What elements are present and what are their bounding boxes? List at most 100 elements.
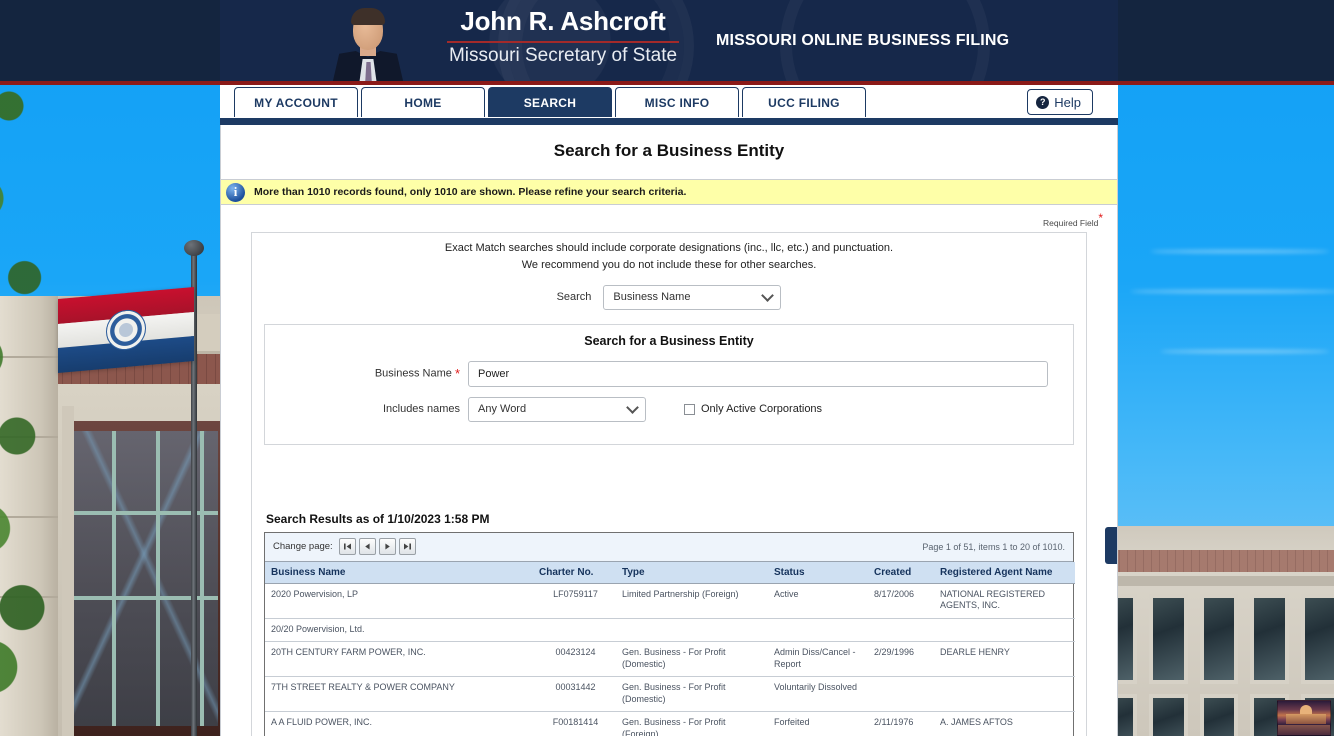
tab-search[interactable]: SEARCH bbox=[488, 87, 612, 117]
official-identity: John R. Ashcroft Missouri Secretary of S… bbox=[413, 6, 713, 67]
includes-names-select[interactable]: Any Word bbox=[468, 396, 646, 422]
column-header-created[interactable]: Created bbox=[868, 561, 934, 584]
includes-names-label: Includes names bbox=[382, 403, 460, 416]
application-title: MISSOURI ONLINE BUSINESS FILING bbox=[716, 32, 1010, 49]
cell-agent-name: DEARLE HENRY bbox=[934, 641, 1075, 678]
business-name-value: Power bbox=[478, 367, 510, 380]
search-button[interactable]: SEARCH bbox=[1105, 527, 1117, 564]
cell-business-name[interactable]: 7TH STREET REALTY & POWER COMPANY bbox=[265, 676, 533, 713]
column-header-business-name[interactable]: Business Name bbox=[265, 561, 533, 584]
first-page-button[interactable] bbox=[338, 538, 356, 556]
business-name-input[interactable]: Power bbox=[468, 360, 1048, 387]
cell-charter-no: LF0759117 bbox=[533, 583, 616, 619]
flag-pole-finial bbox=[184, 240, 204, 256]
alert-message: More than 1010 records found, only 1010 … bbox=[254, 186, 687, 198]
results-heading: Search Results as of 1/10/2023 1:58 PM bbox=[266, 511, 490, 526]
cell-created: 2/11/1976 bbox=[868, 711, 934, 736]
cell-alias-name: 20/20 Powervision, Ltd. bbox=[265, 618, 1075, 643]
includes-names-value: Any Word bbox=[478, 403, 527, 416]
window-row bbox=[1098, 594, 1334, 684]
cell-status: Voluntarily Dissolved bbox=[768, 676, 868, 713]
cell-created bbox=[868, 676, 934, 713]
required-star: * bbox=[454, 366, 460, 382]
table-row[interactable]: 20TH CENTURY FARM POWER, INC. 00423124 G… bbox=[265, 641, 1075, 678]
table-row[interactable]: 2020 Powervision, LP LF0759117 Limited P… bbox=[265, 583, 1075, 619]
question-mark-icon: ? bbox=[1036, 95, 1050, 109]
search-type-value: Business Name bbox=[613, 291, 691, 304]
search-hint-line-1: Exact Match searches should include corp… bbox=[444, 241, 894, 254]
only-active-label: Only Active Corporations bbox=[701, 403, 823, 416]
chevron-down-icon bbox=[626, 401, 639, 415]
cell-charter-no: 00031442 bbox=[533, 676, 616, 713]
cell-agent-name bbox=[934, 676, 1075, 713]
cell-agent-name: NATIONAL REGISTERED AGENTS, INC. bbox=[934, 583, 1075, 619]
table-row-alias: 20/20 Powervision, Ltd. bbox=[265, 618, 1075, 643]
official-name: John R. Ashcroft bbox=[460, 6, 666, 36]
cell-charter-no: 00423124 bbox=[533, 641, 616, 678]
results-grid: Change page: Page 1 of 51, items 1 to 20… bbox=[264, 531, 1075, 736]
cell-status: Admin Diss/Cancel - Report bbox=[768, 641, 868, 678]
brick-band bbox=[1104, 550, 1334, 572]
info-icon: i bbox=[226, 182, 245, 202]
site-header: John R. Ashcroft Missouri Secretary of S… bbox=[0, 0, 1334, 85]
search-type-row: Search Business Name bbox=[252, 284, 1086, 316]
last-page-button[interactable] bbox=[398, 538, 416, 556]
column-header-type[interactable]: Type bbox=[616, 561, 768, 584]
capitol-sunset-thumbnail bbox=[1277, 700, 1331, 736]
business-name-row: Business Name * Power bbox=[265, 360, 1073, 387]
primary-navigation: MY ACCOUNT HOME SEARCH MISC INFO UCC FIL… bbox=[220, 85, 1118, 121]
results-table: Business Name Charter No. Type Status Cr… bbox=[265, 561, 1075, 736]
official-role: Missouri Secretary of State bbox=[448, 45, 678, 66]
grid-toolbar: Change page: Page 1 of 51, items 1 to 20… bbox=[265, 532, 1073, 562]
tab-ucc-filing[interactable]: UCC FILING bbox=[742, 87, 866, 117]
change-page-label: Change page: bbox=[273, 541, 333, 553]
portrait-photo bbox=[332, 0, 404, 85]
cell-type: Gen. Business - For Profit (Foreign) bbox=[616, 711, 768, 736]
search-hint-line-2: We recommend you do not include these fo… bbox=[521, 258, 817, 271]
page-title: Search for a Business Entity bbox=[553, 141, 785, 160]
fieldset-title: Search for a Business Entity bbox=[584, 333, 754, 348]
cell-created: 2/29/1996 bbox=[868, 641, 934, 678]
table-row[interactable]: 7TH STREET REALTY & POWER COMPANY 000314… bbox=[265, 676, 1075, 713]
chevron-down-icon bbox=[761, 289, 775, 303]
cell-created: 8/17/2006 bbox=[868, 583, 934, 619]
cell-business-name[interactable]: A A FLUID POWER, INC. bbox=[265, 711, 533, 736]
page-content: Search for a Business Entity i More than… bbox=[220, 125, 1118, 736]
tab-misc-info[interactable]: MISC INFO bbox=[615, 87, 739, 117]
cell-business-name[interactable]: 2020 Powervision, LP bbox=[265, 583, 533, 619]
page-info: Page 1 of 51, items 1 to 20 of 1010. bbox=[922, 541, 1065, 552]
tab-home[interactable]: HOME bbox=[361, 87, 485, 117]
cell-agent-name: A. JAMES AFTOS bbox=[934, 711, 1075, 736]
cell-type: Gen. Business - For Profit (Domestic) bbox=[616, 641, 768, 678]
column-header-charter-no[interactable]: Charter No. bbox=[533, 561, 616, 584]
help-button[interactable]: ? Help bbox=[1027, 89, 1093, 115]
results-section: Search Results as of 1/10/2023 1:58 PM C… bbox=[264, 507, 1075, 736]
only-active-corporations-row[interactable]: Only Active Corporations bbox=[684, 403, 822, 415]
cell-charter-no: F00181414 bbox=[533, 711, 616, 736]
cloud-wisp bbox=[1150, 250, 1330, 253]
previous-page-button[interactable] bbox=[358, 538, 376, 556]
alert-banner: i More than 1010 records found, only 101… bbox=[221, 179, 1117, 205]
column-header-agent-name[interactable]: Registered Agent Name bbox=[934, 561, 1075, 584]
search-type-select[interactable]: Business Name bbox=[603, 284, 782, 310]
column-header-status[interactable]: Status bbox=[768, 561, 868, 584]
cloud-wisp bbox=[1130, 290, 1334, 293]
table-row[interactable]: A A FLUID POWER, INC. F00181414 Gen. Bus… bbox=[265, 711, 1075, 736]
table-header-row: Business Name Charter No. Type Status Cr… bbox=[265, 561, 1075, 584]
title-rule bbox=[447, 41, 679, 43]
includes-names-row: Includes names Any Word Only Active Corp… bbox=[265, 396, 1073, 422]
cloud-wisp bbox=[1160, 350, 1330, 353]
required-field-note: Required Field* bbox=[221, 205, 1117, 228]
tab-list: MY ACCOUNT HOME SEARCH MISC INFO UCC FIL… bbox=[234, 87, 866, 117]
next-page-button[interactable] bbox=[378, 538, 396, 556]
only-active-checkbox[interactable] bbox=[684, 403, 695, 415]
cell-status: Forfeited bbox=[768, 711, 868, 736]
business-name-label: Business Name * bbox=[374, 366, 460, 382]
tab-underline bbox=[220, 118, 1118, 125]
required-field-label: Required Field bbox=[1043, 217, 1099, 228]
search-type-label: Search bbox=[556, 291, 592, 304]
tab-my-account[interactable]: MY ACCOUNT bbox=[234, 87, 358, 117]
cell-business-name[interactable]: 20TH CENTURY FARM POWER, INC. bbox=[265, 641, 533, 678]
search-form-panel: Exact Match searches should include corp… bbox=[251, 231, 1087, 736]
foliage bbox=[0, 40, 100, 700]
